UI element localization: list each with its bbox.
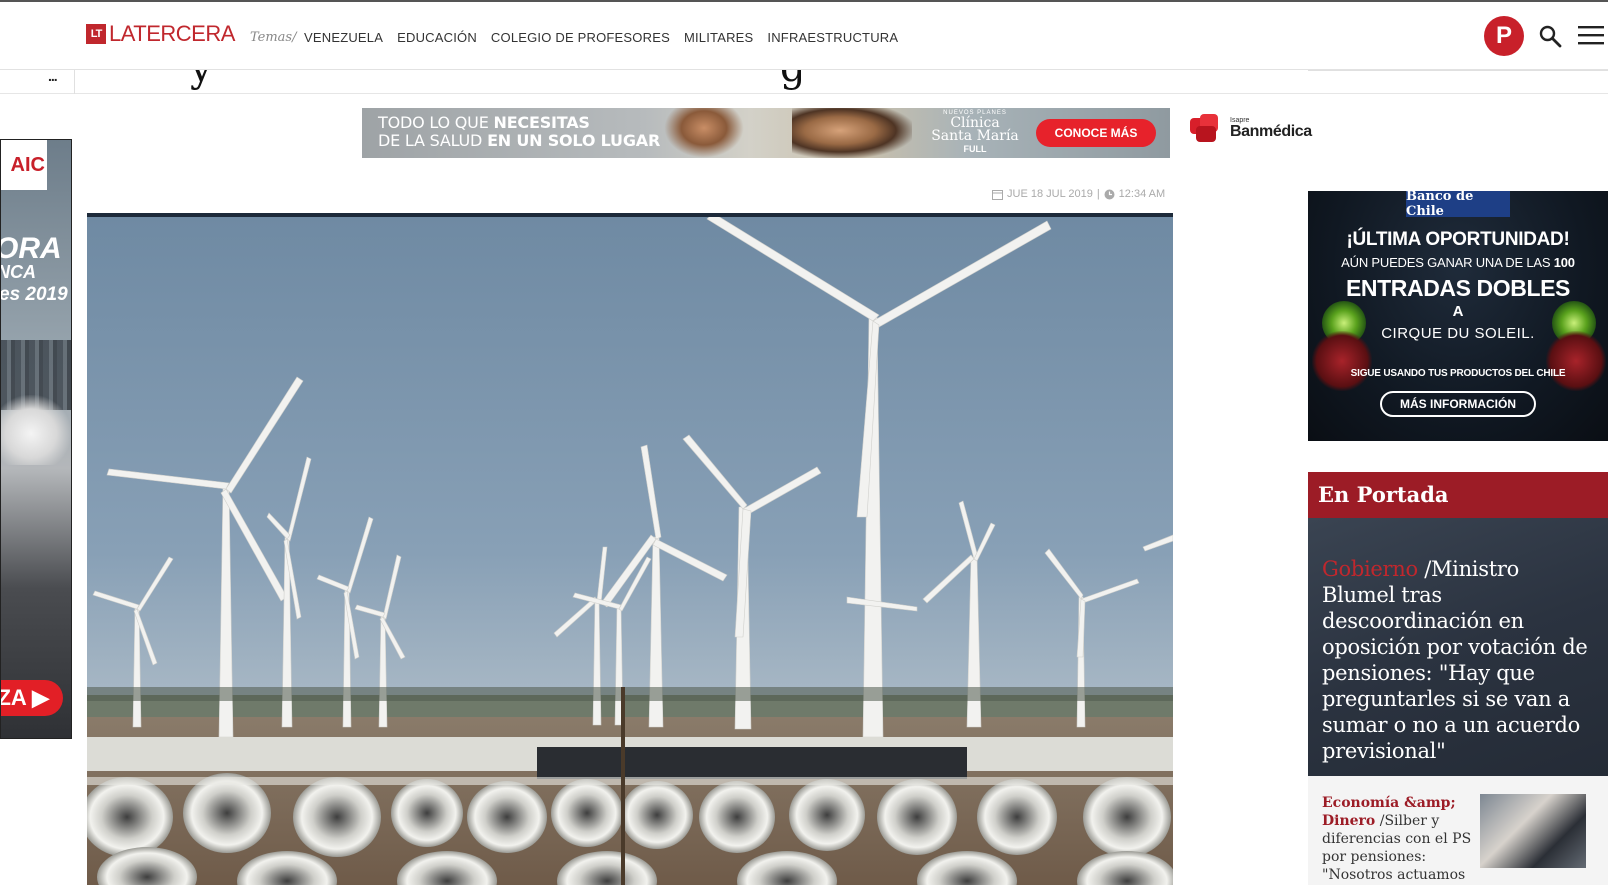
nav-item-infraestructura[interactable]: INFRAESTRUCTURA (767, 30, 898, 45)
nav-item-venezuela[interactable]: VENEZUELA (304, 30, 383, 45)
nav-item-educacion[interactable]: EDUCACIÓN (397, 30, 477, 45)
calendar-icon (992, 189, 1003, 200)
portada-item-text[interactable]: Economía &amp; Dinero /Silber y diferenc… (1322, 794, 1472, 884)
right-banner-ad[interactable]: Banco de Chile ¡ÚLTIMA OPORTUNIDAD! AÚN … (1308, 191, 1608, 441)
search-icon[interactable] (1538, 24, 1562, 48)
article-dateline: JUE 18 JUL 2019 | 12:34 AM (992, 188, 1165, 200)
user-avatar[interactable]: P (1484, 16, 1524, 56)
portada-featured-headline[interactable]: Gobierno /Ministro Blumel tras descoordi… (1322, 556, 1594, 764)
top-banner-ad[interactable]: TODO LO QUE NECESITAS DE LA SALUD EN UN … (362, 108, 1170, 158)
logo-text: LATERCERA (109, 21, 235, 46)
left-ad-brand: AIC (1, 140, 47, 190)
right-ad-line-6: SIGUE USANDO TUS PRODUCTOS DEL CHILE (1350, 368, 1566, 379)
banmedica-logo-icon (1190, 114, 1218, 142)
ad-woman-photo (792, 108, 912, 158)
nav-item-colegio-de-profesores[interactable]: COLEGIO DE PROFESORES (491, 30, 670, 45)
nav-item-militares[interactable]: MILITARES (684, 30, 753, 45)
right-ad-line-2: AÚN PUEDES GANAR UNA DE LAS 100 (1341, 255, 1575, 270)
dateline-separator: | (1096, 188, 1100, 200)
left-ad-text-3: es 2019 (0, 284, 68, 305)
portada-story-item[interactable]: Economía &amp; Dinero /Silber y diferenc… (1308, 776, 1608, 885)
article-time: 12:34 AM (1118, 188, 1166, 200)
left-ad-car-image (1, 395, 71, 465)
site-logo[interactable]: LT LATERCERA (86, 21, 235, 46)
portada-featured-title[interactable]: Ministro Blumel tras descoordinación en … (1322, 557, 1588, 763)
portada-item-thumbnail[interactable] (1480, 794, 1586, 868)
right-ad-mas-informacion-button[interactable]: MÁS INFORMACIÓN (1380, 391, 1536, 417)
banmedica-logo[interactable]: Isapre Banmédica (1186, 110, 1312, 146)
banmedica-name: Banmédica (1230, 122, 1312, 140)
ad-headline: TODO LO QUE NECESITAS DE LA SALUD EN UN … (378, 113, 661, 150)
portada-featured-story[interactable]: Gobierno /Ministro Blumel tras descoordi… (1308, 518, 1608, 776)
left-ad-cta-button[interactable]: ZA ▶ (1, 680, 63, 716)
right-ad-line-5: CIRQUE DU SOLEIL. (1381, 325, 1535, 342)
subbar-divider (74, 70, 75, 94)
portada-featured-category[interactable]: Gobierno (1322, 557, 1418, 581)
ad-conoce-mas-button[interactable]: CONOCE MÁS (1036, 119, 1156, 147)
subbar-right-line (1308, 70, 1608, 71)
right-ad-line-1: ¡ÚLTIMA OPORTUNIDAD! (1346, 229, 1570, 250)
left-ad-text-1: ORA (0, 232, 62, 265)
more-options-icon[interactable]: ... (48, 68, 58, 84)
clock-icon (1104, 189, 1115, 199)
right-ad-line-4: A (1452, 303, 1464, 320)
left-ad-text-2: NCA (0, 262, 36, 282)
wind-turbines-photo (87, 217, 1173, 885)
logo-mark: LT (86, 24, 106, 44)
sticky-subbar: ... y g (0, 48, 1608, 94)
temas-label: Temas/ (250, 30, 297, 45)
ad-clinica-name: Clínica Santa María (931, 115, 1019, 144)
page: LT LATERCERA Temas/ VENEZUELA EDUCACIÓN … (0, 0, 1608, 885)
right-ad-bank-logo: Banco de Chile (1406, 191, 1510, 219)
article-date: JUE 18 JUL 2019 (1007, 188, 1093, 200)
menu-icon[interactable] (1578, 24, 1604, 46)
topics-nav: VENEZUELA EDUCACIÓN COLEGIO DE PROFESORE… (304, 30, 898, 45)
ad-clinica-full: FULL (963, 144, 987, 154)
right-ad-line-3: ENTRADAS DOBLES (1345, 275, 1570, 301)
left-skyscraper-ad[interactable]: AIC ORA NCA es 2019 ZA ▶ (0, 139, 72, 739)
article-hero-image (87, 213, 1173, 885)
ad-child-photo (664, 108, 744, 158)
site-header: LT LATERCERA Temas/ VENEZUELA EDUCACIÓN … (0, 2, 1608, 70)
en-portada-heading: En Portada (1308, 472, 1608, 518)
